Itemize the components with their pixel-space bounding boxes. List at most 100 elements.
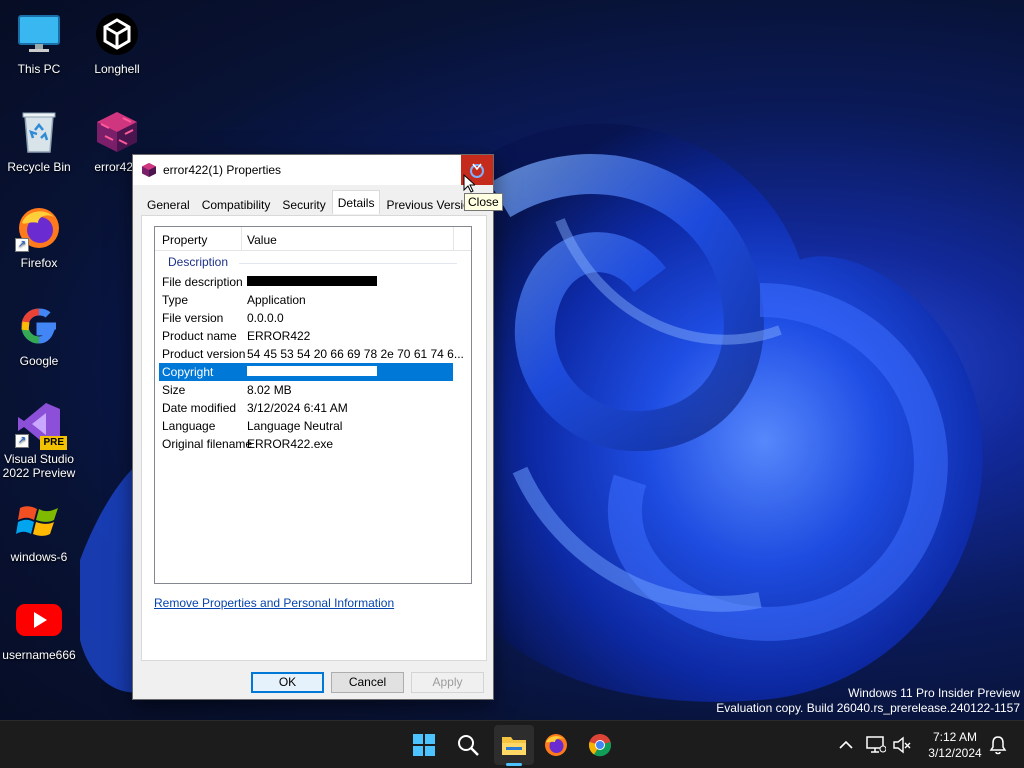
desktop-icon-username666[interactable]: username666 [1, 596, 77, 662]
list-item[interactable]: File version 0.0.0.0 [159, 309, 453, 327]
volume-button[interactable] [886, 729, 918, 761]
list-item[interactable]: Product name ERROR422 [159, 327, 453, 345]
property-value [247, 365, 377, 379]
property-value: Language Neutral [247, 419, 343, 433]
desktop-icon-longhell[interactable]: Longhell [79, 10, 155, 76]
start-button[interactable] [408, 729, 440, 761]
details-panel: Property Value Description File descript… [141, 215, 487, 661]
window-title: error422(1) Properties [163, 163, 282, 177]
desktop-icon-visual-studio[interactable]: ↗ PRE Visual Studio 2022 Preview [1, 400, 77, 480]
search-button[interactable] [452, 729, 484, 761]
properties-dialog: error422(1) Properties General Compatibi… [132, 154, 494, 700]
property-value: 8.02 MB [247, 383, 292, 397]
desktop-icon-recycle-bin[interactable]: Recycle Bin [1, 108, 77, 174]
desktop-icon-label: This PC [17, 62, 61, 76]
desktop-icon-windows-6[interactable]: windows-6 [1, 498, 77, 564]
clock[interactable]: 7:12 AM 3/12/2024 [920, 729, 990, 761]
list-item[interactable]: Product version 54 45 53 54 20 66 69 78 … [159, 345, 464, 363]
show-hidden-icons-button[interactable] [830, 729, 862, 761]
list-item[interactable]: File description [159, 273, 453, 291]
clock-date: 3/12/2024 [928, 746, 982, 760]
taskbar: 7:12 AM 3/12/2024 [0, 720, 1024, 768]
firefox-taskbar-button[interactable] [540, 729, 572, 761]
desktop-icon-label: Visual Studio 2022 Preview [2, 452, 76, 480]
property-name: Language [162, 419, 216, 433]
evaluation-watermark: Windows 11 Pro Insider Preview Evaluatio… [716, 686, 1020, 716]
property-name: Copyright [162, 365, 214, 379]
watermark-line-1: Windows 11 Pro Insider Preview [848, 686, 1020, 700]
property-value: 3/12/2024 6:41 AM [247, 401, 348, 415]
list-item[interactable]: Date modified 3/12/2024 6:41 AM [159, 399, 453, 417]
property-name: Product name [162, 329, 237, 343]
running-indicator [506, 763, 522, 766]
volume-muted-icon [893, 736, 911, 754]
redacted-bar [247, 276, 377, 286]
property-name: Size [162, 383, 186, 397]
mouse-cursor-icon [463, 174, 475, 193]
chrome-taskbar-button[interactable] [584, 729, 616, 761]
search-icon [458, 735, 479, 756]
remove-properties-link[interactable]: Remove Properties and Personal Informati… [154, 596, 394, 610]
apply-button[interactable]: Apply [411, 672, 484, 693]
property-name: Product version [162, 347, 246, 361]
notifications-button[interactable] [982, 729, 1014, 761]
column-header-property[interactable]: Property [162, 233, 207, 247]
column-divider[interactable] [241, 227, 242, 251]
desktop-icon-label: username666 [2, 648, 76, 662]
chrome-icon [588, 734, 612, 757]
property-name: Original filename [162, 437, 253, 451]
property-name: Type [162, 293, 189, 307]
tab-bar: General Compatibility Security Details P… [141, 190, 489, 215]
watermark-line-2: Evaluation copy. Build 26040.rs_prerelea… [716, 701, 1020, 715]
firefox-icon: ↗ [15, 204, 63, 252]
list-item[interactable]: Size 8.02 MB [159, 381, 453, 399]
cube-icon [93, 108, 141, 156]
column-header-value[interactable]: Value [247, 233, 277, 247]
desktop-icon-label: Google [19, 354, 59, 368]
desktop-icon-label: Firefox [20, 256, 58, 270]
pre-badge: PRE [40, 436, 67, 450]
list-item[interactable]: Language Language Neutral [159, 417, 453, 435]
column-divider[interactable] [453, 227, 454, 251]
list-header: Property Value [155, 227, 471, 251]
property-value: ERROR422.exe [247, 437, 334, 451]
title-bar[interactable]: error422(1) Properties [133, 155, 493, 185]
windows-logo-icon [15, 498, 63, 546]
tab-general[interactable]: General [141, 193, 196, 214]
ok-button[interactable]: OK [251, 672, 324, 693]
property-value: 0.0.0.0 [247, 311, 284, 325]
tab-details[interactable]: Details [331, 190, 381, 214]
shortcut-arrow-icon: ↗ [15, 238, 29, 252]
desktop-icon-google[interactable]: Google [1, 302, 77, 368]
tab-compatibility[interactable]: Compatibility [196, 193, 277, 214]
cube-icon [142, 163, 156, 177]
chevron-up-icon [839, 740, 853, 749]
unity-icon [93, 10, 141, 58]
bell-icon [989, 736, 1007, 755]
redacted-bar [247, 366, 377, 376]
group-header-description: Description [168, 255, 229, 269]
desktop-icon-label: Recycle Bin [7, 160, 71, 174]
desktop-icon-label: windows-6 [10, 550, 68, 564]
file-explorer-button[interactable] [498, 729, 530, 761]
property-name: Date modified [162, 401, 237, 415]
details-list[interactable]: Property Value Description File descript… [154, 226, 472, 584]
clock-time: 7:12 AM [932, 730, 978, 744]
google-icon [15, 302, 63, 350]
property-name: File version [162, 311, 224, 325]
visual-studio-icon: ↗ PRE [15, 400, 67, 450]
list-item[interactable]: Original filename ERROR422.exe [159, 435, 453, 453]
list-item-selected[interactable]: Copyright [159, 363, 453, 381]
desktop-icon-firefox[interactable]: ↗ Firefox [1, 204, 77, 270]
cancel-button[interactable]: Cancel [331, 672, 404, 693]
tab-security[interactable]: Security [276, 193, 331, 214]
property-value [247, 275, 377, 289]
monitor-icon [15, 10, 63, 58]
desktop-icon-label: Longhell [94, 62, 140, 76]
property-value: Application [247, 293, 306, 307]
desktop-icon-this-pc[interactable]: This PC [1, 10, 77, 76]
group-divider [239, 263, 457, 264]
list-item[interactable]: Type Application [159, 291, 453, 309]
property-name: File description [162, 275, 243, 289]
recycle-bin-icon [15, 108, 63, 156]
